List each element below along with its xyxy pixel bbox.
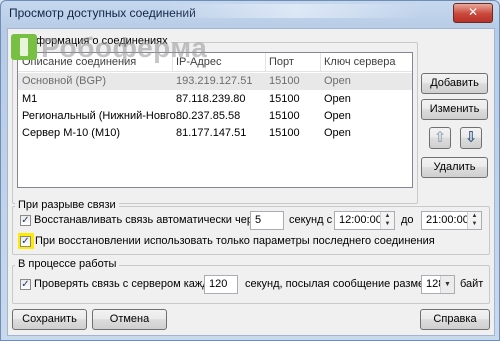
row-key: Open	[324, 127, 351, 139]
table-row[interactable]: M1 87.118.239.80 15100 Open	[18, 91, 412, 108]
auto-reconnect-label: Восстанавливать связь автоматически чере…	[34, 214, 264, 226]
check-interval-value: 120	[209, 278, 228, 290]
move-down-button[interactable]: ⇩	[460, 127, 482, 149]
message-size-select[interactable]: 128 ▼	[421, 275, 455, 294]
close-button[interactable]: ✕	[453, 3, 493, 23]
row-description: Региональный (Нижний-Новго...	[22, 110, 185, 122]
check-connection-checkbox[interactable]: ✓	[20, 279, 31, 290]
row-ip: 80.237.85.58	[176, 110, 241, 122]
auto-reconnect-checkbox[interactable]: ✓	[20, 215, 31, 226]
table-row[interactable]: Региональный (Нижний-Новго... 80.237.85.…	[18, 108, 412, 125]
last-params-checkbox[interactable]: ✓	[20, 236, 31, 247]
reconnect-seconds-value: 5	[255, 214, 262, 226]
row-ip: 81.177.147.51	[176, 127, 247, 139]
row-port: 15100	[269, 93, 300, 105]
arrow-up-icon: ⇧	[433, 129, 447, 146]
table-row[interactable]: Основной (BGP) 193.219.127.51 15100 Open	[18, 73, 412, 90]
runtime-legend: В процессе работы	[15, 258, 120, 270]
save-button[interactable]: Сохранить	[12, 309, 87, 330]
to-label: до	[401, 214, 414, 226]
time-to-input[interactable]: 21:00:00 ▲ ▼	[421, 211, 482, 230]
move-up-button[interactable]: ⇧	[429, 127, 451, 149]
time-from-input[interactable]: 12:00:00 ▲ ▼	[334, 211, 395, 230]
row-port: 15100	[269, 127, 300, 139]
row-ip: 87.118.239.80	[176, 93, 246, 105]
interval-suffix-label: секунд, посылая сообщение размером	[245, 278, 444, 290]
title-bar-blur	[166, 4, 426, 18]
dialog-window: Просмотр доступных соединений ✕ Информац…	[0, 0, 500, 341]
chevron-down-icon: ▼	[440, 276, 454, 293]
delete-button[interactable]: Удалить	[421, 157, 488, 178]
disconnect-legend: При разрыве связи	[15, 199, 119, 211]
row-key: Open	[324, 75, 351, 87]
watermark-text: Робоферма	[41, 32, 208, 63]
size-unit-label: байт	[460, 278, 484, 290]
arrow-down-icon: ⇩	[464, 129, 478, 146]
watermark: Робоферма	[11, 32, 207, 68]
time-to-spinner[interactable]: ▲ ▼	[467, 212, 481, 229]
add-button[interactable]: Добавить	[421, 73, 488, 94]
edit-button[interactable]: Изменить	[421, 99, 488, 120]
column-server-key[interactable]: Ключ сервера	[324, 56, 395, 68]
time-to-value: 21:00:00	[426, 214, 469, 226]
last-params-label: При восстановлении использовать только п…	[35, 235, 435, 247]
time-from-spinner[interactable]: ▲ ▼	[380, 212, 394, 229]
title-bar[interactable]: Просмотр доступных соединений ✕	[1, 1, 499, 27]
row-port: 15100	[269, 110, 300, 122]
dialog-body: Информация о соединениях Описание соедин…	[7, 28, 495, 336]
reconnect-seconds-input[interactable]: 5	[250, 211, 284, 230]
row-port: 15100	[269, 75, 300, 87]
row-ip: 193.219.127.51	[176, 75, 253, 87]
check-interval-input[interactable]: 120	[204, 275, 238, 294]
close-icon: ✕	[467, 5, 479, 19]
row-key: Open	[324, 93, 351, 105]
table-row[interactable]: Сервер M-10 (M10) 81.177.147.51 15100 Op…	[18, 125, 412, 142]
column-port[interactable]: Порт	[269, 56, 294, 68]
help-button[interactable]: Справка	[420, 309, 490, 330]
row-description: Сервер M-10 (M10)	[22, 127, 121, 139]
check-connection-label: Проверять связь с сервером каждые	[34, 278, 223, 290]
time-from-value: 12:00:00	[339, 214, 382, 226]
row-description: Основной (BGP)	[22, 75, 107, 87]
seconds-from-label: секунд с	[289, 214, 333, 226]
connections-list[interactable]: Описание соединения IP-Адрес Порт Ключ с…	[17, 52, 413, 188]
cancel-button[interactable]: Отмена	[92, 309, 167, 330]
watermark-logo-icon	[11, 34, 37, 60]
row-description: M1	[22, 93, 38, 105]
row-key: Open	[324, 110, 351, 122]
